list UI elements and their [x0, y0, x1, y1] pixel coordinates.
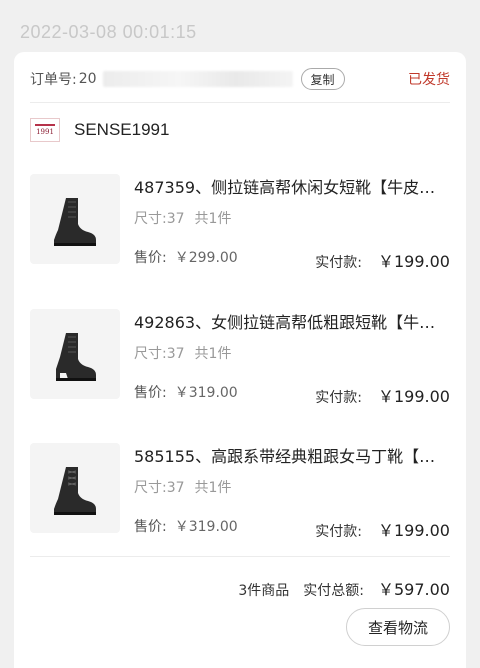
product-size: 尺寸:37 — [134, 480, 185, 496]
order-card: 订单号: 20 复制 已发货 1991 SENSE1991 487359、侧拉链… — [14, 52, 466, 668]
price-label: 售价: — [134, 385, 167, 401]
order-item[interactable]: 492863、女侧拉链高帮低粗跟短靴【牛… 尺寸:37 共1件 售价: ￥319.0… — [30, 309, 450, 409]
product-quantity: 共1件 — [194, 211, 232, 227]
divider — [30, 556, 450, 557]
ankle-boot-icon — [56, 333, 96, 381]
product-title[interactable]: 492863、女侧拉链高帮低粗跟短靴【牛… — [134, 309, 450, 333]
shop-logo: 1991 — [30, 118, 60, 142]
paid-label: 实付款: — [315, 255, 362, 271]
product-title[interactable]: 487359、侧拉链高帮休闲女短靴【牛皮… — [134, 174, 450, 198]
price-label: 售价: — [134, 250, 167, 266]
ankle-boot-icon — [54, 198, 96, 246]
product-size: 尺寸:37 — [134, 346, 185, 362]
item-count: 3件商品 — [238, 583, 290, 599]
product-price: 售价: ￥299.00 — [134, 247, 238, 267]
product-paid: 实付款: ￥199.00 — [315, 383, 450, 407]
order-item[interactable]: 487359、侧拉链高帮休闲女短靴【牛皮… 尺寸:37 共1件 售价: ￥299.0… — [30, 174, 450, 274]
price-value: ￥319.00 — [174, 385, 238, 401]
product-price: 售价: ￥319.00 — [134, 516, 238, 536]
paid-label: 实付款: — [315, 524, 362, 540]
product-paid: 实付款: ￥199.00 — [315, 248, 450, 272]
product-paid: 实付款: ￥199.00 — [315, 517, 450, 541]
price-value: ￥319.00 — [174, 519, 238, 535]
product-quantity: 共1件 — [194, 480, 232, 496]
total-value: ￥597.00 — [378, 580, 450, 599]
product-spec: 尺寸:37 共1件 — [134, 208, 231, 228]
product-spec: 尺寸:37 共1件 — [134, 477, 231, 497]
order-item[interactable]: 585155、高跟系带经典粗跟女马丁靴【… 尺寸:37 共1件 售价: ￥319.0… — [30, 443, 450, 543]
price-value: ￥299.00 — [174, 250, 238, 266]
order-header: 订单号: 20 复制 已发货 — [30, 66, 450, 92]
divider — [30, 102, 450, 103]
order-summary: 3件商品 实付总额: ￥597.00 — [238, 576, 450, 600]
product-size: 尺寸:37 — [134, 211, 185, 227]
total-label: 实付总额: — [303, 583, 364, 599]
product-title[interactable]: 585155、高跟系带经典粗跟女马丁靴【… — [134, 443, 450, 467]
paid-value: ￥199.00 — [378, 252, 450, 271]
shop-name: SENSE1991 — [74, 120, 170, 139]
paid-value: ￥199.00 — [378, 387, 450, 406]
order-timestamp: 2022-03-08 00:01:15 — [20, 22, 197, 42]
ankle-boot-icon — [54, 467, 96, 515]
product-spec: 尺寸:37 共1件 — [134, 343, 231, 363]
paid-label: 实付款: — [315, 390, 362, 406]
product-image[interactable] — [30, 443, 120, 533]
view-logistics-button[interactable]: 查看物流 — [346, 608, 450, 646]
shop-header[interactable]: 1991 SENSE1991 — [30, 118, 169, 142]
price-label: 售价: — [134, 519, 167, 535]
order-number: 20 — [78, 71, 97, 87]
order-number-redacted — [102, 71, 293, 87]
product-image[interactable] — [30, 174, 120, 264]
paid-value: ￥199.00 — [378, 521, 450, 540]
product-price: 售价: ￥319.00 — [134, 382, 238, 402]
product-quantity: 共1件 — [194, 346, 232, 362]
product-image[interactable] — [30, 309, 120, 399]
copy-button[interactable]: 复制 — [300, 68, 345, 90]
order-status: 已发货 — [408, 72, 450, 88]
order-number-label: 订单号: — [30, 72, 77, 88]
